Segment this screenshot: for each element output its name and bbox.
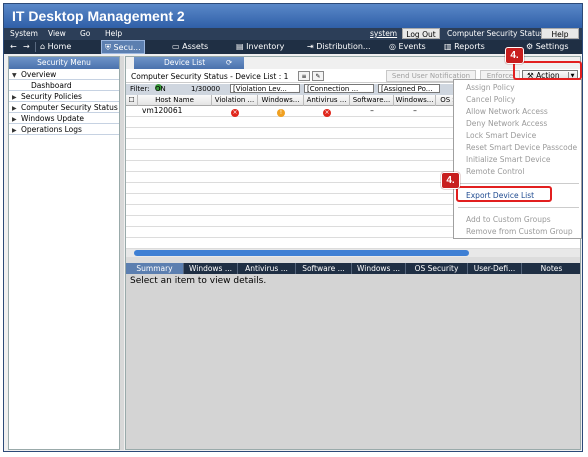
scrollbar-thumb[interactable] (134, 250, 469, 256)
tab-windows-2[interactable]: Windows ... (352, 263, 406, 274)
nav-inventory[interactable]: ▤ Inventory (236, 40, 284, 54)
column-antivirus[interactable]: Antivirus ... (304, 95, 350, 106)
menu-item-reset-passcode[interactable]: Reset Smart Device Passcode (454, 142, 581, 154)
nav-events[interactable]: ◎ Events (389, 40, 426, 54)
select-all-checkbox[interactable]: ☐ (126, 95, 138, 106)
tab-software[interactable]: Software ... (296, 263, 352, 274)
menu-go[interactable]: Go (80, 29, 90, 38)
current-user-link[interactable]: system (370, 29, 397, 38)
filter-chip-violation[interactable]: [Violation Lev... (230, 84, 300, 93)
tree-item-computer-security-status[interactable]: ▶ Computer Security Status (9, 102, 119, 113)
menu-item-allow-network-access[interactable]: Allow Network Access (454, 106, 581, 118)
tab-notes[interactable]: Notes (522, 263, 580, 274)
tab-os-security[interactable]: OS Security (406, 263, 468, 274)
tab-user-defined[interactable]: User-Defi... (468, 263, 522, 274)
tab-windows[interactable]: Windows ... (184, 263, 238, 274)
details-panel: Select an item to view details. (126, 274, 580, 449)
menu-item-remove-from-custom-group[interactable]: Remove from Custom Group (454, 226, 581, 238)
menu-help[interactable]: Help (105, 29, 122, 38)
column-settings-icon[interactable]: ≡ (298, 71, 310, 81)
filter-label: Filter: (130, 85, 150, 93)
distribution-icon: ⇥ (307, 42, 317, 51)
filter-chip-connection[interactable]: [Connection ... (304, 84, 374, 93)
nav-home[interactable]: ⌂ Home (40, 40, 71, 54)
module-nav-bar: ← → ⌂ Home ⛨ Secu... ▭ Assets ▤ Inventor… (4, 40, 582, 54)
inventory-icon: ▤ (236, 42, 247, 51)
menu-separator (458, 207, 579, 208)
tree-item-security-policies[interactable]: ▶ Security Policies (9, 91, 119, 102)
empty-row (126, 238, 580, 249)
host-name-cell: vm120061 (142, 106, 183, 115)
antivirus-error-icon: × (323, 109, 331, 117)
nav-reports[interactable]: ▥ Reports (444, 40, 485, 54)
reports-icon: ▥ (444, 42, 455, 51)
menu-bar: System View Go Help system Log Out Compu… (4, 28, 582, 40)
violation-cell: × (212, 106, 258, 117)
collapsed-triangle-icon[interactable]: ▶ (12, 125, 21, 136)
windows-cell: ! (258, 106, 304, 117)
menu-item-cancel-policy[interactable]: Cancel Policy (454, 94, 581, 106)
device-list-title: Computer Security Status - Device List :… (131, 72, 289, 81)
column-software[interactable]: Software... (350, 95, 394, 106)
help-button[interactable]: Help (541, 28, 579, 39)
filter-settings-icon[interactable]: ✎ (312, 71, 324, 81)
column-host-name[interactable]: Host Name (138, 95, 212, 106)
tab-device-list[interactable]: Device List ⟳ (134, 57, 244, 69)
menu-separator (458, 183, 579, 184)
nav-distribution[interactable]: ⇥ Distribution... (307, 40, 371, 54)
logout-button[interactable]: Log Out (402, 28, 440, 39)
menu-view[interactable]: View (48, 29, 66, 38)
software-cell: – (370, 106, 374, 115)
column-windows-2[interactable]: Windows... (394, 95, 436, 106)
antivirus-cell: × (304, 106, 350, 117)
menu-item-add-to-custom-groups[interactable]: Add to Custom Groups (454, 214, 581, 226)
tab-antivirus[interactable]: Antivirus ... (238, 263, 296, 274)
home-icon: ⌂ (40, 42, 48, 51)
menu-item-assign-policy[interactable]: Assign Policy (454, 82, 581, 94)
menu-system[interactable]: System (10, 29, 38, 38)
action-menu: Assign Policy Cancel Policy Allow Networ… (453, 79, 582, 239)
details-empty-message: Select an item to view details. (130, 276, 267, 286)
menu-item-initialize-smart-device[interactable]: Initialize Smart Device (454, 154, 581, 166)
step-badge-export: 4. (441, 172, 460, 189)
vertical-splitter[interactable] (120, 56, 124, 450)
tab-summary[interactable]: Summary (126, 263, 184, 274)
status-label: Computer Security Status (447, 29, 544, 38)
action-button-highlight (513, 61, 582, 80)
gear-icon: ⚙ (526, 42, 536, 51)
detail-tabs: Summary Windows ... Antivirus ... Softwa… (126, 263, 580, 274)
nav-settings[interactable]: ⚙ Settings (526, 40, 569, 54)
window-title: IT Desktop Management 2 (4, 4, 582, 28)
violation-error-icon: × (231, 109, 239, 117)
horizontal-scrollbar[interactable] (126, 249, 580, 257)
tree-item-windows-update[interactable]: ▶ Windows Update (9, 113, 119, 124)
events-icon: ◎ (389, 42, 399, 51)
filter-count: 1/30000 (191, 85, 221, 93)
menu-item-lock-smart-device[interactable]: Lock Smart Device (454, 130, 581, 142)
assets-icon: ▭ (172, 42, 183, 51)
column-violation[interactable]: Violation ... (212, 95, 258, 106)
security-menu-header: Security Menu (9, 57, 119, 69)
windows-warning-icon: ! (277, 109, 285, 117)
tree-item-operations-logs[interactable]: ▶ Operations Logs (9, 124, 119, 135)
column-windows[interactable]: Windows... (258, 95, 304, 106)
tree-item-overview[interactable]: ▼ Overview (9, 69, 119, 80)
nav-security[interactable]: ⛨ Secu... (101, 40, 145, 54)
nav-assets[interactable]: ▭ Assets (172, 40, 208, 54)
export-item-highlight (456, 186, 552, 202)
back-icon[interactable]: ← (10, 40, 17, 54)
expanded-triangle-icon[interactable]: ▼ (12, 70, 21, 81)
menu-item-deny-network-access[interactable]: Deny Network Access (454, 118, 581, 130)
security-menu-pane: Security Menu ▼ Overview Dashboard ▶ Secur… (8, 56, 120, 450)
menu-item-remote-control[interactable]: Remote Control (454, 166, 581, 178)
step-badge-action: 4. (505, 47, 524, 64)
tree-item-dashboard[interactable]: Dashboard (9, 80, 119, 91)
windows-2-cell: – (413, 106, 417, 115)
refresh-icon[interactable]: ⟳ (226, 57, 232, 69)
forward-icon[interactable]: → (23, 40, 30, 54)
filter-chip-assigned-policy[interactable]: [Assigned Po... (378, 84, 440, 93)
security-icon: ⛨ (105, 43, 114, 52)
